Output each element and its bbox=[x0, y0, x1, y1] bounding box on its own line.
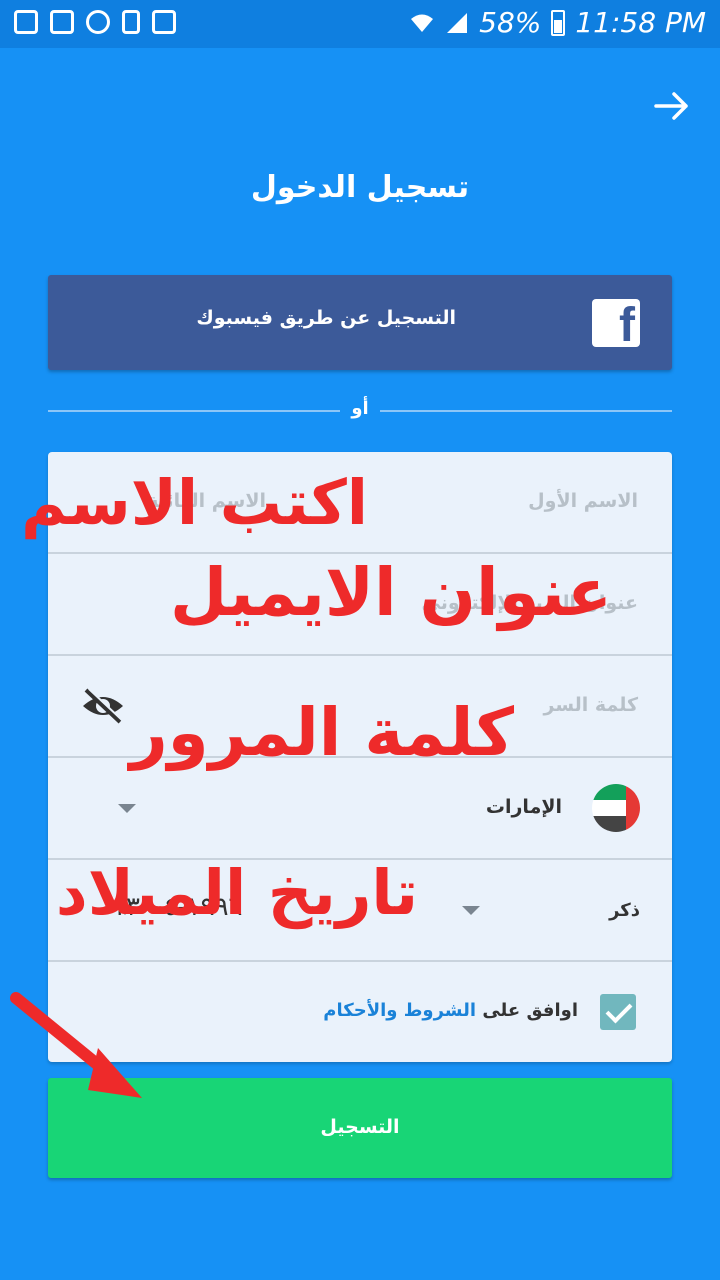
battery-icon bbox=[551, 9, 566, 36]
terms-checkbox[interactable] bbox=[600, 994, 636, 1030]
clock: 11:58 PM bbox=[575, 6, 706, 39]
or-text: أو bbox=[351, 398, 369, 419]
status-bar: 58% 11:58 PM bbox=[0, 0, 720, 48]
page-title: تسجيل الدخول bbox=[250, 170, 470, 205]
terms-prefix: اوافق على bbox=[482, 1000, 578, 1021]
or-divider: أو bbox=[48, 398, 672, 424]
battery-percent: 58% bbox=[479, 6, 542, 39]
annotation-password: كلمة المرور bbox=[129, 694, 514, 771]
register-button-label: التسجيل bbox=[320, 1116, 400, 1138]
no-sim-icon bbox=[122, 10, 140, 34]
signal-icon bbox=[447, 12, 468, 33]
facebook-login-button[interactable]: f التسجيل عن طريق فيسبوك bbox=[48, 275, 672, 370]
country-value: الإمارات bbox=[485, 796, 562, 818]
notification-icons bbox=[14, 10, 176, 34]
system-status: 58% 11:58 PM bbox=[409, 6, 706, 39]
first-name-field[interactable]: الاسم الأول bbox=[528, 490, 638, 512]
forward-arrow-icon[interactable] bbox=[652, 86, 692, 126]
annotation-birthdate: تاريخ الميلاد bbox=[55, 856, 418, 929]
gender-dropdown-icon[interactable] bbox=[462, 906, 480, 915]
country-row[interactable]: الإمارات bbox=[48, 758, 672, 860]
briefcase-icon bbox=[152, 10, 176, 34]
app-icon bbox=[50, 10, 74, 34]
sync-icon bbox=[86, 10, 110, 34]
divider-line-left bbox=[48, 410, 340, 412]
annotation-email: عنوان الايميل bbox=[170, 554, 612, 631]
gallery-icon bbox=[14, 10, 38, 34]
wifi-icon bbox=[411, 14, 434, 32]
gender-select[interactable]: ذكر bbox=[609, 900, 640, 921]
country-dropdown-icon[interactable] bbox=[118, 804, 136, 813]
facebook-icon: f bbox=[592, 299, 640, 350]
divider-line-right bbox=[380, 410, 672, 412]
facebook-login-label: التسجيل عن طريق فيسبوك bbox=[196, 307, 456, 329]
uae-flag-icon bbox=[592, 784, 640, 832]
annotation-name: اكتب الاسم bbox=[21, 466, 368, 539]
terms-text: اوافق على الشروط والأحكام bbox=[323, 1000, 578, 1021]
terms-link[interactable]: الشروط والأحكام bbox=[323, 1000, 476, 1021]
red-arrow-icon bbox=[10, 992, 142, 1098]
hide-password-icon[interactable] bbox=[80, 688, 126, 724]
password-field[interactable]: كلمة السر bbox=[544, 694, 638, 716]
